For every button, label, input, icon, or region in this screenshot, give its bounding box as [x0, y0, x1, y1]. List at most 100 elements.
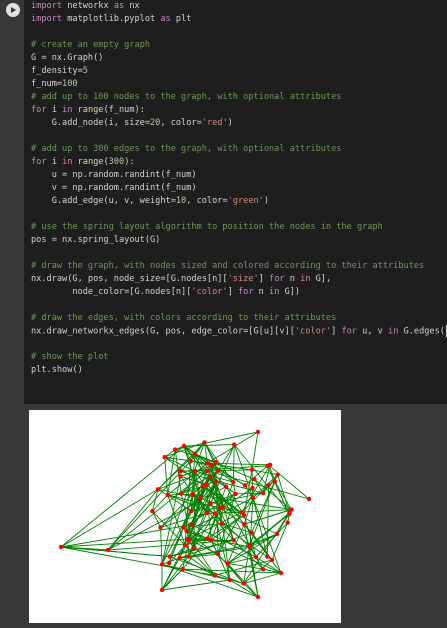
graph-node — [306, 496, 312, 502]
code-line: # add up to 100 nodes to the graph, with… — [31, 92, 342, 102]
code-line: node_color=[G.nodes[n]['color'] for n in… — [31, 287, 301, 297]
graph-node — [173, 447, 178, 452]
graph-node — [215, 468, 221, 473]
graph-node — [266, 482, 271, 488]
graph-node — [272, 479, 278, 484]
code-line: nx.draw_networkx_edges(G, pos, edge_colo… — [31, 325, 447, 339]
graph-node — [178, 491, 184, 496]
code-line: for i in range(f_num): — [31, 105, 145, 115]
graph-node — [219, 521, 224, 526]
graph-node — [278, 570, 284, 576]
graph-node — [241, 581, 246, 586]
network-graph-plot — [29, 410, 341, 623]
graph-node — [260, 490, 266, 496]
graph-node — [155, 487, 161, 492]
graph-node — [233, 491, 238, 497]
graph-node — [232, 442, 237, 447]
graph-node — [286, 512, 292, 517]
run-cell-button[interactable] — [6, 3, 20, 17]
code-editor[interactable]: import networkx as nx import matplotlib.… — [24, 0, 447, 404]
graph-node — [275, 472, 280, 477]
graph-node — [212, 573, 217, 578]
graph-node — [241, 522, 247, 527]
graph-node — [182, 542, 188, 548]
code-line: # show the plot — [31, 352, 109, 362]
code-line: # draw the graph, with nodes sized and c… — [31, 261, 425, 271]
graph-node — [202, 440, 207, 445]
code-cell: import networkx as nx import matplotlib.… — [0, 0, 447, 404]
graph-node — [289, 507, 294, 512]
graph-node — [274, 531, 280, 537]
graph-node — [225, 561, 230, 566]
graph-node — [218, 505, 223, 511]
graph-node — [213, 459, 218, 465]
graph-canvas — [58, 429, 312, 600]
graph-node — [190, 492, 195, 497]
graph-node — [184, 528, 189, 534]
graph-node — [192, 452, 197, 457]
graph-edge — [157, 470, 208, 490]
code-line: G.add_edge(u, v, weight=10, color='green… — [31, 196, 270, 206]
code-token: networkx — [67, 1, 109, 11]
code-line: import networkx as nx — [31, 1, 140, 11]
graph-node — [253, 554, 259, 560]
graph-node — [223, 484, 229, 489]
graph-node — [186, 554, 191, 559]
graph-node — [215, 552, 221, 557]
graph-node — [58, 544, 64, 550]
graph-node — [208, 501, 213, 506]
graph-node — [181, 525, 186, 530]
code-line: G = nx.Graph() — [31, 53, 104, 63]
graph-edge — [186, 530, 282, 574]
graph-node — [208, 474, 213, 480]
graph-node — [255, 429, 261, 435]
graph-node — [265, 463, 270, 469]
graph-node — [208, 537, 214, 543]
graph-node — [247, 542, 252, 548]
code-line: f_num=100 — [31, 79, 78, 89]
graph-node — [188, 458, 193, 464]
graph-node — [231, 538, 236, 543]
graph-node — [165, 492, 170, 498]
code-line: v = np.random.randint(f_num) — [31, 183, 197, 193]
graph-node — [205, 461, 210, 466]
graph-node — [191, 546, 197, 551]
graph-edge — [232, 444, 235, 483]
graph-node — [227, 577, 233, 583]
graph-node — [159, 587, 165, 593]
graph-edge — [161, 579, 231, 591]
graph-node — [200, 484, 205, 489]
graph-node — [186, 538, 192, 543]
graph-node — [285, 520, 290, 525]
graph-node — [189, 522, 194, 527]
graph-node — [167, 554, 172, 559]
cell-output — [0, 404, 447, 628]
code-line: G.add_node(i, size=20, color='red') — [31, 118, 233, 128]
code-line: f_density=5 — [31, 66, 88, 76]
graph-node — [212, 511, 217, 516]
graph-edge — [183, 444, 235, 447]
graph-node — [255, 594, 261, 600]
graph-node — [250, 495, 256, 501]
graph-node — [105, 547, 111, 553]
graph-node — [159, 562, 165, 567]
graph-node — [166, 560, 172, 566]
graph-node — [162, 454, 167, 460]
graph-node — [204, 510, 209, 516]
graph-node — [150, 508, 155, 514]
graph-node — [178, 474, 183, 479]
code-line: import matplotlib.pyplot as plt — [31, 14, 192, 24]
graph-node — [205, 468, 210, 474]
code-line: # create an empty graph — [31, 40, 150, 50]
graph-node — [214, 479, 219, 484]
graph-node — [189, 508, 194, 514]
graph-node — [250, 485, 255, 491]
code-line: pos = nx.spring_layout(G) — [31, 235, 161, 245]
code-line: u = np.random.randint(f_num) — [31, 170, 197, 180]
graph-node — [158, 525, 163, 530]
graph-node — [249, 467, 255, 473]
code-line: for i in range(300): — [31, 157, 135, 167]
graph-node — [209, 463, 214, 468]
graph-edge — [175, 431, 259, 451]
play-icon — [11, 7, 16, 13]
